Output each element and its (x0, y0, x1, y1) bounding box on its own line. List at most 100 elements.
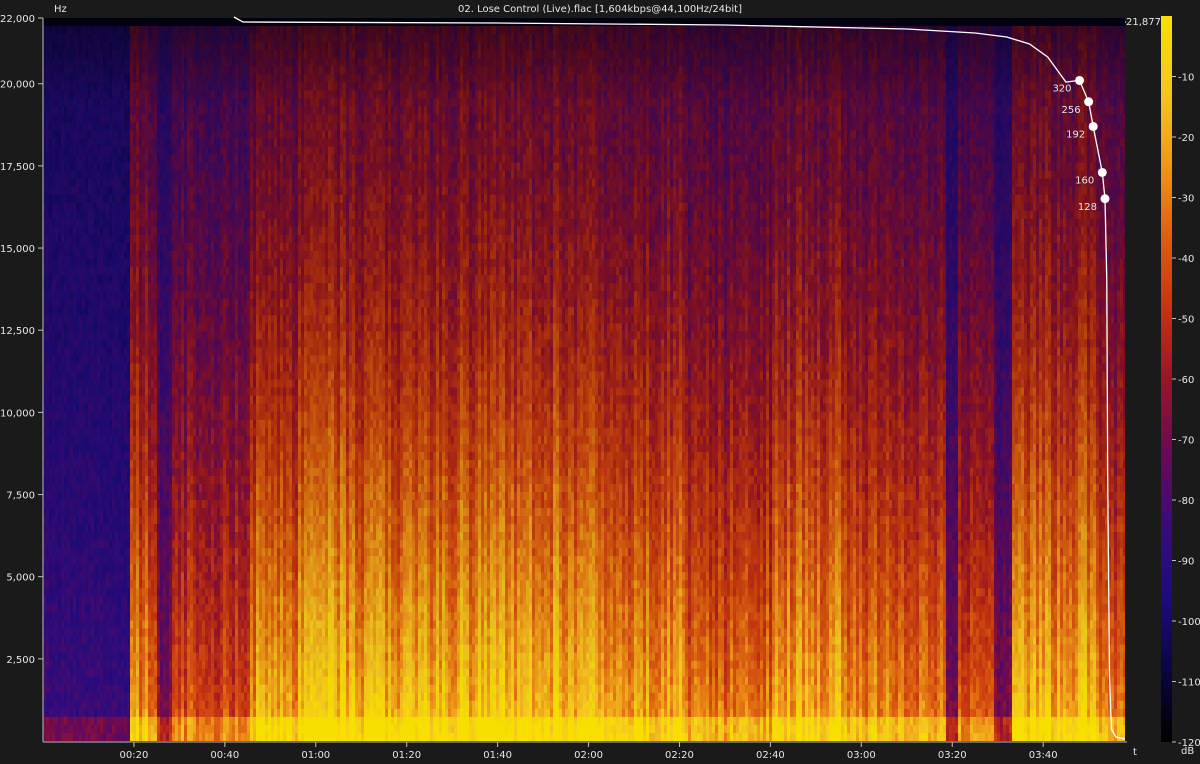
spectrogram-cell (55, 428, 58, 436)
spectrogram-cell (79, 82, 82, 90)
spectrogram-cell (61, 235, 64, 243)
spectrogram-cell (61, 733, 64, 741)
spectrogram-cell (52, 669, 55, 677)
spectrogram-cell (61, 717, 64, 725)
spectrogram-cell (55, 540, 58, 548)
spectrogram-cell (70, 612, 73, 620)
spectrogram-cell (46, 50, 49, 58)
spectrogram-cell (55, 645, 58, 653)
spectrogram-cell (70, 556, 73, 564)
spectrogram-cell (46, 468, 49, 476)
spectrogram-cell (76, 275, 79, 283)
spectrogram-cell (70, 629, 73, 637)
spectrogram-cell (82, 396, 85, 404)
spectrogram-cell (79, 299, 82, 307)
spectrogram-cell (49, 66, 52, 74)
spectrogram-cell (58, 275, 61, 283)
spectrogram-cell (70, 163, 73, 171)
spectrogram-cell (55, 299, 58, 307)
spectrogram-cell (49, 476, 52, 484)
spectrogram-cell (58, 114, 61, 122)
spectrogram-cell (79, 412, 82, 420)
spectrogram-cell (79, 596, 82, 604)
spectrogram-cell (58, 74, 61, 82)
spectrogram-cell (64, 339, 67, 347)
spectrogram-cell (73, 460, 76, 468)
spectrogram-cell (61, 532, 64, 540)
spectrogram-cell (64, 106, 67, 114)
spectrogram-cell (52, 50, 55, 58)
spectrogram-cell (76, 693, 79, 701)
spectrogram-cell (46, 645, 49, 653)
spectrogram-cell (52, 508, 55, 516)
spectrogram-cell (55, 26, 58, 34)
spectrogram-cell (70, 42, 73, 50)
spectrogram-cell (67, 436, 70, 444)
spectrogram-cell (55, 460, 58, 468)
spectrogram-cell (70, 179, 73, 187)
spectrogram-cell (49, 106, 52, 114)
spectrogram-cell (58, 259, 61, 267)
spectrogram-cell (55, 420, 58, 428)
spectrogram-cell (49, 235, 52, 243)
spectrogram-cell (82, 139, 85, 147)
spectrogram-cell (52, 106, 55, 114)
spectrogram-cell (64, 275, 67, 283)
spectrogram-cell (70, 187, 73, 195)
spectrogram-cell (73, 420, 76, 428)
spectrogram-cell (46, 548, 49, 556)
spectrogram-cell (67, 548, 70, 556)
spectrogram-cell (70, 227, 73, 235)
spectrogram-cell (64, 74, 67, 82)
spectrogram-cell (82, 98, 85, 106)
spectrogram-cell (61, 476, 64, 484)
spectrogram-cell (49, 219, 52, 227)
spectrogram-cell (46, 612, 49, 620)
spectrogram-cell (49, 733, 52, 741)
spectrogram-cell (73, 645, 76, 653)
spectrogram-cell (49, 596, 52, 604)
spectrogram-cell (49, 677, 52, 685)
spectrogram-cell (73, 42, 76, 50)
spectrogram-cell (52, 203, 55, 211)
spectrogram-cell (49, 163, 52, 171)
spectrogram-cell (46, 436, 49, 444)
spectrogram-cell (58, 580, 61, 588)
spectrogram-cell (52, 171, 55, 179)
spectrogram-cell (46, 677, 49, 685)
spectrogram-cell (79, 492, 82, 500)
spectrogram-cell (67, 396, 70, 404)
spectrogram-cell (64, 685, 67, 693)
spectrogram-cell (70, 323, 73, 331)
spectrogram-cell (55, 42, 58, 50)
spectrogram-cell (82, 524, 85, 532)
spectrogram-cell (46, 717, 49, 725)
spectrogram-cell (52, 130, 55, 138)
spectrogram-cell (70, 693, 73, 701)
spectrogram-cell (61, 685, 64, 693)
spectrogram-cell (64, 139, 67, 147)
spectrogram-cell (82, 122, 85, 130)
spectrogram-cell (52, 492, 55, 500)
spectrogram-cell (79, 98, 82, 106)
spectrogram-cell (61, 709, 64, 717)
spectrogram-cell (73, 50, 76, 58)
spectrogram-cell (67, 420, 70, 428)
spectrogram-cell (64, 661, 67, 669)
spectrogram-cell (70, 380, 73, 388)
spectrogram-cell (55, 235, 58, 243)
spectrogram-cell (76, 26, 79, 34)
spectrogram-cell (58, 380, 61, 388)
spectrogram-cell (76, 355, 79, 363)
spectrogram-cell (49, 709, 52, 717)
spectrogram-cell (70, 604, 73, 612)
spectrogram-cell (76, 331, 79, 339)
spectrogram-cell (64, 492, 67, 500)
spectrogram-cell (46, 259, 49, 267)
spectrogram-cell (49, 524, 52, 532)
spectrogram-cell (49, 500, 52, 508)
spectrogram-cell (58, 187, 61, 195)
spectrogram-cell (46, 516, 49, 524)
spectrogram-cell (82, 74, 85, 82)
spectrogram-cell (73, 669, 76, 677)
